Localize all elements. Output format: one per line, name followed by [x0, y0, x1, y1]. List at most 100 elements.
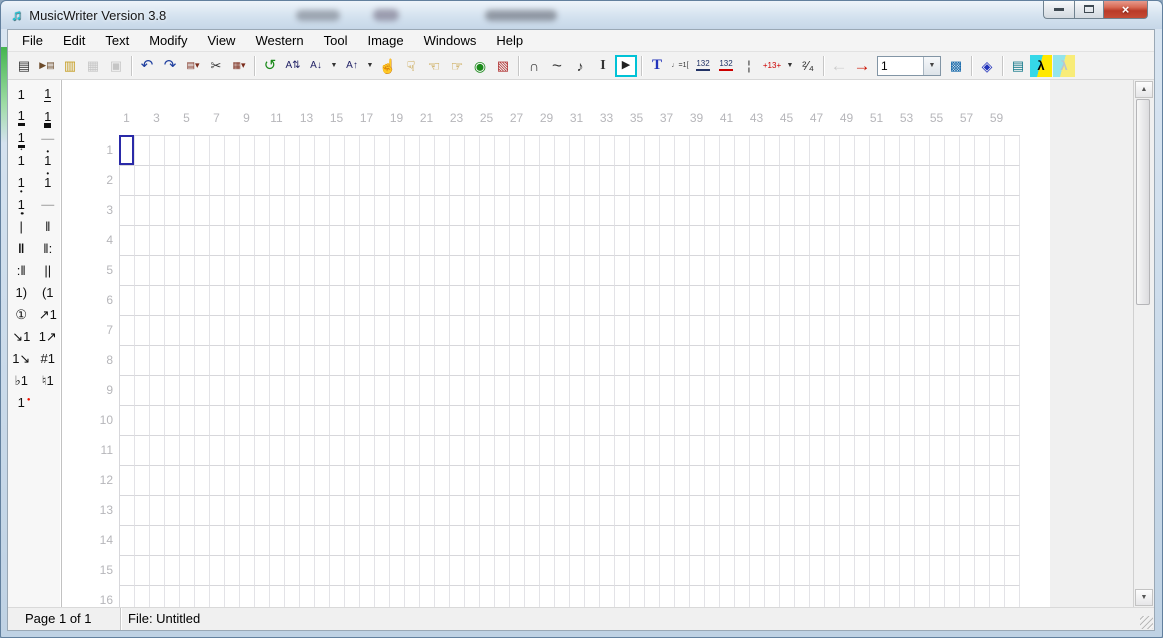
grid-cell[interactable] [540, 526, 555, 556]
grid-cell[interactable] [540, 586, 555, 607]
grid-cell[interactable] [270, 316, 285, 346]
grid-cell[interactable] [420, 226, 435, 256]
grid-cell[interactable] [540, 286, 555, 316]
grid-cell[interactable] [780, 496, 795, 526]
grid-cell[interactable] [900, 376, 915, 406]
grid-cell[interactable] [840, 376, 855, 406]
sym-slide-up[interactable]: 1↗ [35, 326, 62, 347]
grid-cell[interactable] [360, 286, 375, 316]
grid-cell[interactable] [1005, 196, 1020, 226]
grid-cell[interactable] [570, 136, 585, 166]
grid-cell[interactable] [720, 496, 735, 526]
grid-cell[interactable] [375, 286, 390, 316]
grid-cell[interactable] [150, 316, 165, 346]
grid-cell[interactable] [645, 436, 660, 466]
grid-cell[interactable] [180, 496, 195, 526]
grid-cell[interactable] [720, 256, 735, 286]
grid-cell[interactable] [795, 166, 810, 196]
grid-cell[interactable] [615, 496, 630, 526]
grid-cell[interactable] [150, 436, 165, 466]
grid-cell[interactable] [285, 256, 300, 286]
grid-cell[interactable] [225, 226, 240, 256]
sym-dotted-note[interactable]: 1 [8, 392, 35, 413]
grid-cell[interactable] [990, 466, 1005, 496]
grid-cell[interactable] [555, 196, 570, 226]
grid-cell[interactable] [825, 166, 840, 196]
grid-cell[interactable] [375, 256, 390, 286]
grid-cell[interactable] [450, 496, 465, 526]
grid-cell[interactable] [735, 286, 750, 316]
grid-cell[interactable] [375, 226, 390, 256]
grid-cell[interactable] [525, 256, 540, 286]
grid-cell[interactable] [870, 226, 885, 256]
grid-cell[interactable] [840, 436, 855, 466]
grid-cell[interactable] [900, 256, 915, 286]
grid-cell[interactable] [570, 196, 585, 226]
grid-cell[interactable] [315, 556, 330, 586]
grid-cell[interactable] [720, 286, 735, 316]
grid-cell[interactable] [615, 136, 630, 166]
grid-cell[interactable] [285, 556, 300, 586]
grid-cell[interactable] [300, 226, 315, 256]
grid-cell[interactable] [465, 316, 480, 346]
grid-cell[interactable] [795, 196, 810, 226]
grid-cell[interactable] [255, 526, 270, 556]
grid-cell[interactable] [300, 136, 315, 166]
grid-cell[interactable] [945, 286, 960, 316]
grid-cell[interactable] [540, 316, 555, 346]
grid-cell[interactable] [195, 226, 210, 256]
grid-cell[interactable] [120, 196, 135, 226]
grid-cell[interactable] [720, 166, 735, 196]
grid-cell[interactable] [975, 376, 990, 406]
grid-cell[interactable] [660, 256, 675, 286]
grid-cell[interactable] [705, 556, 720, 586]
grid-cell[interactable] [810, 226, 825, 256]
grid-cell[interactable] [735, 436, 750, 466]
grid-cell[interactable] [525, 586, 540, 607]
grid-cell[interactable] [330, 256, 345, 286]
grid-cell[interactable] [345, 436, 360, 466]
grid-cell[interactable] [255, 256, 270, 286]
grid-cell[interactable] [210, 346, 225, 376]
measure-number-input[interactable] [878, 57, 923, 75]
grid-cell[interactable] [360, 346, 375, 376]
grid-cell[interactable] [690, 556, 705, 586]
grid-cell[interactable] [885, 256, 900, 286]
grid-cell[interactable] [510, 346, 525, 376]
grid-cell[interactable] [300, 346, 315, 376]
grid-cell[interactable] [1005, 586, 1020, 607]
grid-cell[interactable] [315, 346, 330, 376]
grid-cell[interactable] [795, 256, 810, 286]
grid-cell[interactable] [930, 256, 945, 286]
grid-cell[interactable] [180, 526, 195, 556]
grid-cell[interactable] [555, 556, 570, 586]
grid-cell[interactable] [585, 556, 600, 586]
grid-cell[interactable] [750, 286, 765, 316]
grid-cell[interactable] [240, 526, 255, 556]
grid-cell[interactable] [810, 586, 825, 607]
grid-cell[interactable] [225, 256, 240, 286]
grid-cell[interactable] [210, 226, 225, 256]
grid-cell[interactable] [240, 286, 255, 316]
grid-cell[interactable] [915, 496, 930, 526]
grid-cell[interactable] [210, 526, 225, 556]
grid-cell[interactable] [585, 586, 600, 607]
grid-cell[interactable] [435, 586, 450, 607]
grid-cell[interactable] [405, 136, 420, 166]
grid-cell[interactable] [420, 286, 435, 316]
grid-cell[interactable] [780, 376, 795, 406]
grid-cell[interactable] [675, 226, 690, 256]
grid-cell[interactable] [465, 586, 480, 607]
grid-cell[interactable] [900, 586, 915, 607]
grid-cell[interactable] [375, 436, 390, 466]
grid-cell[interactable] [510, 196, 525, 226]
grid-cell[interactable] [795, 526, 810, 556]
grid-cell[interactable] [570, 286, 585, 316]
grid-cell[interactable] [990, 256, 1005, 286]
sym-double-barline[interactable]: ‖ [35, 216, 62, 237]
grid-cell[interactable] [285, 226, 300, 256]
grid-cell[interactable] [915, 226, 930, 256]
grid-cell[interactable] [900, 346, 915, 376]
target-icon[interactable]: ◉ [469, 55, 491, 77]
grid-cell[interactable] [120, 526, 135, 556]
